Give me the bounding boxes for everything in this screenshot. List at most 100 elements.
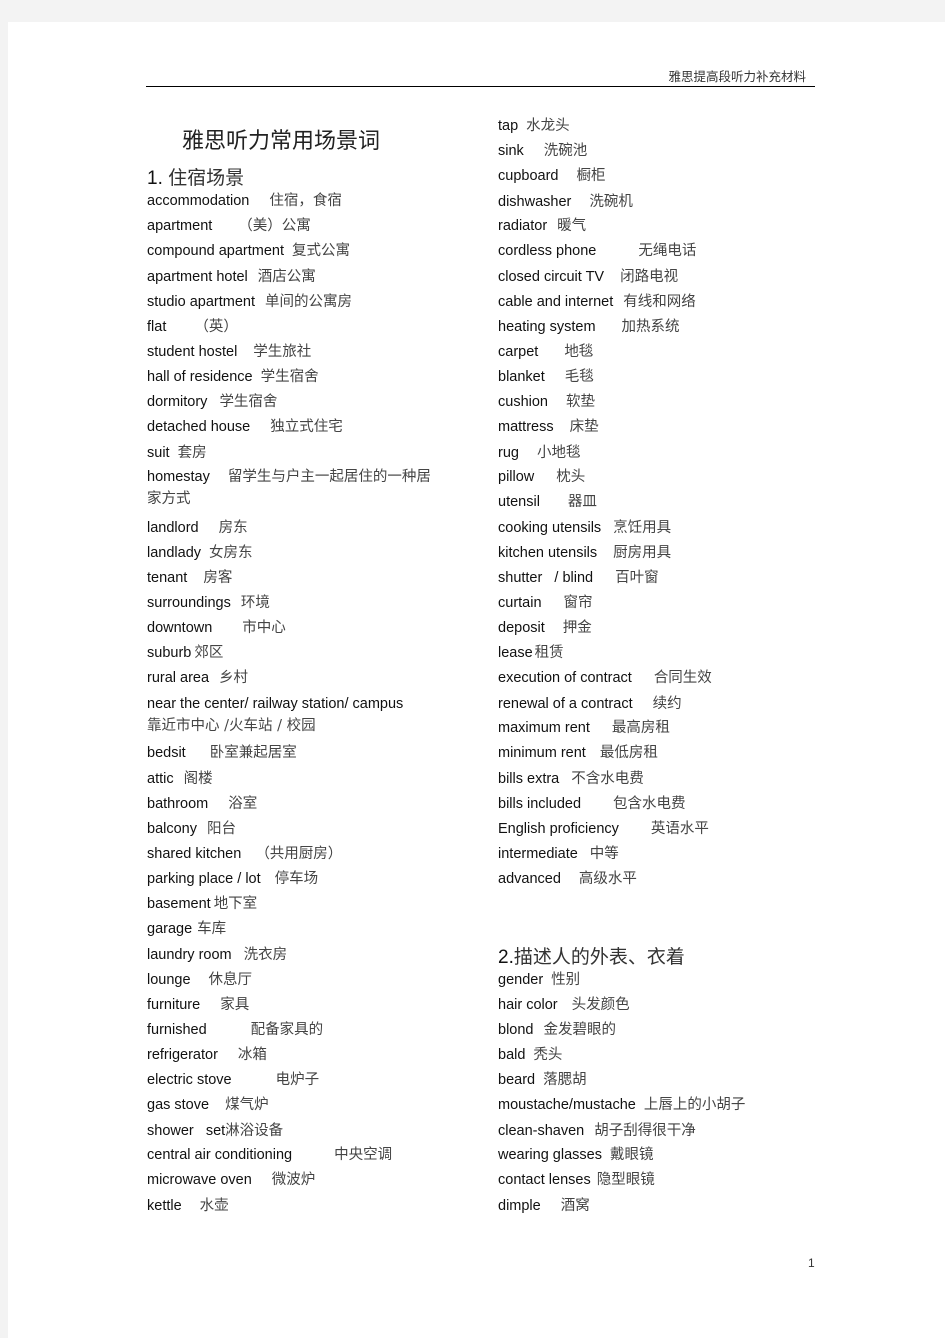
english-term: near the center/ railway station/ campus <box>147 696 404 712</box>
english-term: laundry room <box>147 947 232 963</box>
vocab-entry: furnished 配备家具的 <box>147 1019 323 1041</box>
vocab-entry: surroundings 环境 <box>147 592 270 614</box>
english-term: deposit <box>498 620 545 636</box>
english-term: refrigerator <box>147 1047 218 1063</box>
vocab-entry: studio apartment 单间的公寓房 <box>147 291 352 313</box>
chinese-translation: 电炉子 <box>275 1072 320 1088</box>
chinese-translation: 性别 <box>551 972 581 988</box>
chinese-translation: 高级水平 <box>578 871 637 887</box>
vocab-entry: hall of residence 学生宿舍 <box>147 366 319 388</box>
english-term: basement <box>147 896 211 912</box>
english-term: kitchen utensils <box>498 545 598 561</box>
vocab-entry: apartment （美）公寓 <box>147 215 311 237</box>
vocab-entry: near the center/ railway station/ campus… <box>147 693 403 737</box>
chinese-translation: （美）公寓 <box>238 218 311 234</box>
english-term: balcony <box>147 821 197 837</box>
chinese-translation: 休息厅 <box>208 972 253 988</box>
vocab-entry: lease 租赁 <box>498 642 564 664</box>
english-term: hall of residence <box>147 369 253 385</box>
chinese-translation: 乡村 <box>219 670 249 686</box>
english-term: rug <box>498 445 519 461</box>
english-term: gender <box>498 972 544 988</box>
english-term: surroundings <box>147 595 231 611</box>
english-term: utensil <box>498 494 540 510</box>
chinese-translation: 胡子刮得很干净 <box>594 1123 696 1139</box>
vocab-entry: moustache/mustache 上唇上的小胡子 <box>498 1094 745 1116</box>
chinese-translation: 落腮胡 <box>543 1072 587 1088</box>
english-term: apartment hotel <box>147 269 248 285</box>
chinese-translation: 市中心 <box>242 620 286 636</box>
chinese-translation: 卧室兼起居室 <box>209 745 297 761</box>
english-term: bedsit <box>147 745 186 761</box>
chinese-translation: 住宿，食宿 <box>269 193 342 209</box>
english-term: beard <box>498 1072 536 1088</box>
english-term: renewal of a contract <box>498 696 633 712</box>
chinese-translation: 中等 <box>589 846 619 862</box>
vocab-entry: execution of contract 合同生效 <box>498 667 712 689</box>
document-page: 雅思提高段听力补充材料 雅思听力常用场景词 1. 住宿场景 accommodati… <box>8 22 945 1338</box>
english-term: bills included <box>498 796 582 812</box>
english-term: sink <box>498 143 524 159</box>
english-term: cooking utensils <box>498 520 602 536</box>
chinese-translation: 金发碧眼的 <box>543 1022 616 1038</box>
english-term: kettle <box>147 1198 182 1214</box>
english-term: advanced <box>498 871 561 887</box>
vocab-entry: balcony 阳台 <box>147 818 236 840</box>
english-term: wearing glasses <box>498 1147 602 1163</box>
english-term: gas stove <box>147 1097 210 1113</box>
chinese-translation: 中央空调 <box>334 1147 393 1163</box>
english-term: dimple <box>498 1198 541 1214</box>
chinese-translation: 独立式住宅 <box>270 419 343 435</box>
english-term: tenant <box>147 570 188 586</box>
english-term: downtown <box>147 620 213 636</box>
english-term: dishwasher <box>498 194 572 210</box>
chinese-translation: 酒窝 <box>560 1198 590 1214</box>
vocab-entry: suit 套房 <box>147 442 207 464</box>
vocab-entry: blond 金发碧眼的 <box>498 1019 616 1041</box>
vocab-entry: tenant 房客 <box>147 567 232 589</box>
chinese-translation: 靠近市中心 /火车站 / 校园 <box>147 718 316 734</box>
chinese-translation: 闭路电视 <box>620 269 679 285</box>
english-term: tap <box>498 118 519 134</box>
english-term: execution of contract <box>498 670 632 686</box>
chinese-translation: 窗帘 <box>563 595 593 611</box>
chinese-translation: 毛毯 <box>564 369 594 385</box>
vocab-entry: cordless phone 无绳电话 <box>498 240 696 262</box>
english-term: electric stove <box>147 1072 232 1088</box>
vocab-entry: advanced 高级水平 <box>498 868 637 890</box>
vocab-entry: laundry room 洗衣房 <box>147 944 287 966</box>
section-heading-appearance: 2.描述人的外表、衣着 <box>498 942 685 969</box>
chinese-translation: 水龙头 <box>526 118 570 134</box>
chinese-translation: 无绳电话 <box>638 243 697 259</box>
english-term: English proficiency <box>498 821 619 837</box>
section-title: 描述人的外表、衣着 <box>513 946 685 968</box>
vocab-entry: compound apartment 复式公寓 <box>147 240 350 262</box>
vocab-entry: dishwasher 洗碗机 <box>498 191 633 213</box>
vocab-entry: gender 性别 <box>498 969 580 991</box>
vocab-entry: downtown 市中心 <box>147 617 286 639</box>
english-term: student hostel <box>147 344 238 360</box>
vocab-entry: kitchen utensils 厨房用具 <box>498 542 671 564</box>
chinese-translation: 不含水电费 <box>571 771 644 787</box>
chinese-translation: 租赁 <box>534 645 564 661</box>
section-number: 2. <box>498 947 514 968</box>
chinese-translation: 阳台 <box>206 821 236 837</box>
vocab-entry: landlady 女房东 <box>147 542 253 564</box>
section-heading-accommodation: 1. 住宿场景 <box>147 163 244 190</box>
vocab-entry: mattress 床垫 <box>498 416 599 438</box>
section-number: 1. <box>147 168 163 189</box>
vocab-entry: beard 落腮胡 <box>498 1069 587 1091</box>
english-term: garage <box>147 921 193 937</box>
english-term: shutter / blind <box>498 570 594 586</box>
vocab-entry: shower set淋浴设备 <box>147 1120 283 1142</box>
vocab-entry: heating system 加热系统 <box>498 316 680 338</box>
document-title: 雅思听力常用场景词 <box>182 129 381 154</box>
english-term: hair color <box>498 997 558 1013</box>
chinese-translation: 床垫 <box>569 419 599 435</box>
vocab-entry: landlord 房东 <box>147 517 248 539</box>
english-term: heating system <box>498 319 596 335</box>
section-title: 住宿场景 <box>168 167 245 189</box>
chinese-translation: 酒店公寓 <box>257 269 316 285</box>
english-term: accommodation <box>147 193 250 209</box>
english-term: moustache/mustache <box>498 1097 636 1113</box>
